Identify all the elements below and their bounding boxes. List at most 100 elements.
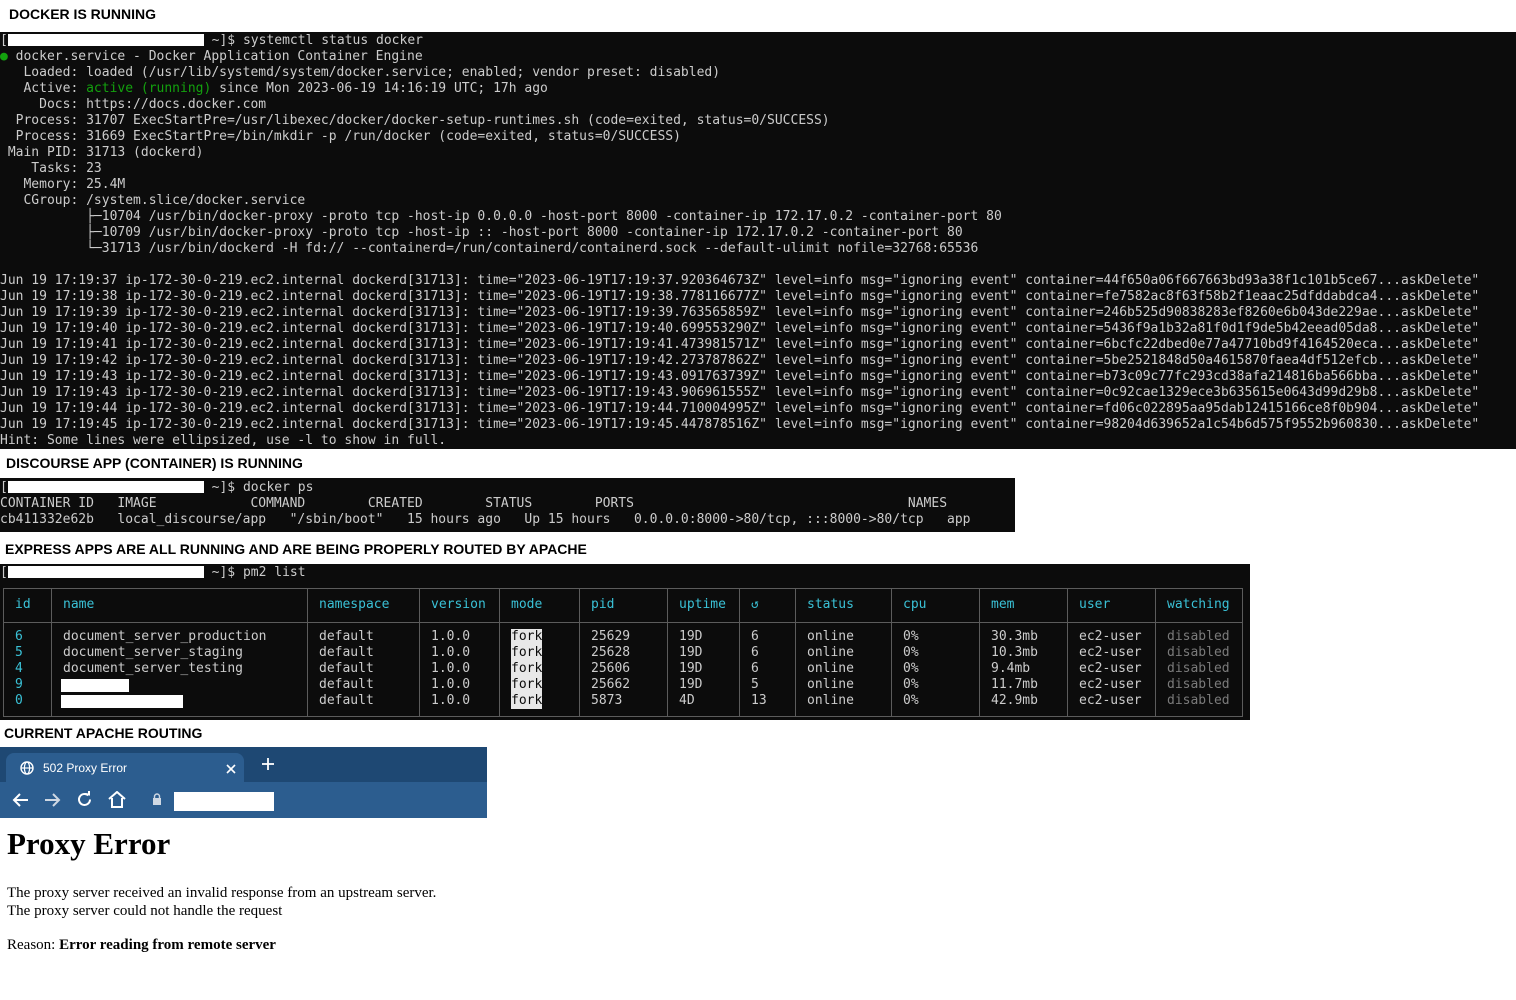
table-divider — [4, 622, 1242, 623]
pm2-terminal[interactable]: [ ~]$ pm2 list id name namespace version… — [0, 564, 1250, 720]
log-line: Jun 19 17:19:43 ip-172-30-0-219.ec2.inte… — [0, 385, 1480, 400]
column-header-pid: pid — [591, 597, 615, 612]
cell-uptime: 19D — [679, 677, 703, 692]
home-icon[interactable] — [108, 791, 126, 808]
cell-namespace: default — [319, 677, 374, 692]
cell-status: online — [807, 677, 854, 692]
cell-mode: fork — [511, 629, 543, 645]
error-description: The proxy server could not handle the re… — [7, 903, 283, 919]
docker-ps-header: CONTAINER ID IMAGE COMMAND CREATED STATU… — [0, 496, 948, 511]
log-line: Jun 19 17:19:37 ip-172-30-0-219.ec2.inte… — [0, 273, 1480, 288]
cell-user: ec2-user — [1079, 629, 1142, 644]
cell-cpu: 0% — [903, 645, 919, 660]
tab-title: 502 Proxy Error — [43, 761, 128, 775]
docker-status-terminal[interactable]: [ ~]$ systemctl status docker ● docker.s… — [0, 32, 1516, 449]
cell-status: online — [807, 661, 854, 676]
cell-watching: disabled — [1167, 645, 1230, 660]
process-line: Process: 31707 ExecStartPre=/usr/libexec… — [0, 113, 830, 128]
docs-line: Docs: https://docs.docker.com — [0, 97, 267, 112]
terminal-prompt: [ ~]$ pm2 list — [0, 565, 306, 580]
table-divider — [795, 589, 796, 716]
table-divider — [1155, 589, 1156, 716]
redacted-name — [61, 679, 129, 692]
table-divider — [739, 589, 740, 716]
cell-status: online — [807, 693, 854, 708]
log-line: Jun 19 17:19:44 ip-172-30-0-219.ec2.inte… — [0, 401, 1480, 416]
table-divider — [579, 589, 580, 716]
cell-namespace: default — [319, 693, 374, 708]
log-line: Jun 19 17:19:38 ip-172-30-0-219.ec2.inte… — [0, 289, 1480, 304]
cell-version: 1.0.0 — [431, 629, 471, 644]
docker-ps-row: cb411332e62b local_discourse/app "/sbin/… — [0, 512, 971, 527]
table-divider — [1067, 589, 1068, 716]
cell-watching: disabled — [1167, 629, 1230, 644]
reload-icon[interactable] — [76, 791, 93, 808]
cell-mode: fork — [511, 661, 543, 677]
cell-uptime: 19D — [679, 629, 703, 644]
cell-version: 1.0.0 — [431, 661, 471, 676]
forward-arrow-icon[interactable] — [44, 792, 61, 808]
redacted-host — [7, 33, 204, 46]
cell-version: 1.0.0 — [431, 677, 471, 692]
lock-icon — [153, 793, 161, 805]
active-line: Active: active (running) since Mon 2023-… — [0, 81, 548, 96]
column-header-namespace: namespace — [319, 597, 390, 612]
table-divider — [499, 589, 500, 716]
cell-watching: disabled — [1167, 661, 1230, 676]
cell-watching: disabled — [1167, 693, 1230, 708]
cgroup-line: CGroup: /system.slice/docker.service — [0, 193, 306, 208]
cell-user: ec2-user — [1079, 677, 1142, 692]
cell-name: document_server_testing — [63, 661, 244, 676]
cell-restarts: 5 — [751, 677, 759, 692]
plus-icon[interactable] — [261, 757, 275, 771]
column-header-mode: mode — [511, 597, 543, 612]
cell-mode: fork — [511, 693, 543, 709]
cell-pid: 25629 — [591, 629, 631, 644]
table-divider — [667, 589, 668, 716]
column-header-user: user — [1079, 597, 1111, 612]
cell-uptime: 19D — [679, 645, 703, 660]
redacted-host — [7, 565, 204, 578]
table-divider — [979, 589, 980, 716]
column-header-uptime: uptime — [679, 597, 726, 612]
cell-id: 0 — [15, 693, 23, 708]
log-line: Jun 19 17:19:40 ip-172-30-0-219.ec2.inte… — [0, 321, 1480, 336]
cell-restarts: 6 — [751, 661, 759, 676]
globe-icon — [20, 761, 34, 775]
docker-ps-terminal[interactable]: [ ~]$ docker ps CONTAINER ID IMAGE COMMA… — [0, 478, 1015, 532]
cgroup-child-line: ├─10709 /usr/bin/docker-proxy -proto tcp… — [0, 225, 963, 240]
cell-mem: 10.3mb — [991, 645, 1038, 660]
main-pid-line: Main PID: 31713 (dockerd) — [0, 145, 204, 160]
cell-mem: 30.3mb — [991, 629, 1038, 644]
cell-user: ec2-user — [1079, 693, 1142, 708]
cell-mem: 11.7mb — [991, 677, 1038, 692]
close-icon[interactable] — [226, 764, 236, 774]
cell-cpu: 0% — [903, 693, 919, 708]
process-line: Process: 31669 ExecStartPre=/bin/mkdir -… — [0, 129, 681, 144]
log-line: Jun 19 17:19:41 ip-172-30-0-219.ec2.inte… — [0, 337, 1480, 352]
redacted-host — [7, 480, 204, 493]
cgroup-child-line: ├─10704 /usr/bin/docker-proxy -proto tcp… — [0, 209, 1002, 224]
pm2-process-table: id name namespace version mode pid uptim… — [3, 588, 1243, 717]
cell-version: 1.0.0 — [431, 645, 471, 660]
cell-watching: disabled — [1167, 677, 1230, 692]
browser-window: 502 Proxy Error — [0, 747, 487, 818]
cell-pid: 25662 — [591, 677, 631, 692]
column-header-mem: mem — [991, 597, 1015, 612]
cell-namespace: default — [319, 629, 374, 644]
cell-pid: 5873 — [591, 693, 623, 708]
column-header-name: name — [63, 597, 95, 612]
cell-mode: fork — [511, 677, 543, 693]
browser-tab[interactable]: 502 Proxy Error — [6, 753, 244, 782]
cell-id: 6 — [15, 629, 23, 644]
back-arrow-icon[interactable] — [12, 792, 29, 808]
column-header-cpu: cpu — [903, 597, 927, 612]
memory-line: Memory: 25.4M — [0, 177, 126, 192]
column-header-watching: watching — [1167, 597, 1230, 612]
terminal-prompt: [ ~]$ docker ps — [0, 480, 314, 495]
address-bar[interactable] — [174, 792, 274, 811]
table-divider — [51, 589, 52, 716]
cell-id: 4 — [15, 661, 23, 676]
status-dot-icon: ● — [0, 49, 8, 64]
cell-user: ec2-user — [1079, 645, 1142, 660]
